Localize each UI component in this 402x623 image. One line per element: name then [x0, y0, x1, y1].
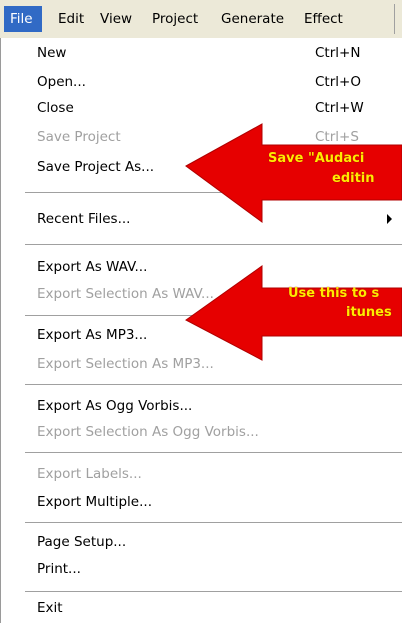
- menu-item-export-ogg[interactable]: Export As Ogg Vorbis...: [37, 395, 192, 417]
- menu-project[interactable]: Project: [146, 6, 204, 32]
- mp3-callout-text: itunes: [346, 305, 392, 320]
- menu-item-close[interactable]: Close: [37, 97, 74, 119]
- menu-separator: [25, 522, 402, 523]
- menu-separator: [25, 591, 402, 592]
- menu-item-print[interactable]: Print...: [37, 558, 81, 580]
- menu-item-exit[interactable]: Exit: [37, 597, 63, 619]
- menu-item-export-selection-wav[interactable]: Export Selection As WAV...: [37, 283, 214, 305]
- shortcut-save-project: Ctrl+S: [315, 129, 359, 145]
- menu-item-export-multiple[interactable]: Export Multiple...: [37, 491, 152, 513]
- menu-item-export-selection-mp3[interactable]: Export Selection As MP3...: [37, 353, 214, 375]
- menu-bar: File Edit View Project Generate Effect: [0, 0, 402, 39]
- menu-item-export-selection-ogg[interactable]: Export Selection As Ogg Vorbis...: [37, 421, 259, 443]
- menu-item-new[interactable]: New: [37, 42, 66, 64]
- menubar-divider: [394, 4, 395, 34]
- menu-item-save-project-as[interactable]: Save Project As...: [37, 156, 154, 178]
- mp3-callout-text: Use this to s: [288, 286, 380, 301]
- shortcut-open: Ctrl+O: [315, 74, 361, 90]
- menu-separator: [25, 384, 402, 385]
- shortcut-close: Ctrl+W: [315, 100, 364, 116]
- menu-separator: [25, 452, 402, 453]
- menu-item-export-wav[interactable]: Export As WAV...: [37, 256, 147, 278]
- menu-item-export-mp3[interactable]: Export As MP3...: [37, 324, 147, 346]
- menu-view[interactable]: View: [94, 6, 138, 32]
- menu-separator: [25, 192, 402, 193]
- menu-file[interactable]: File: [4, 6, 42, 32]
- submenu-arrow-icon: [387, 214, 392, 224]
- menu-item-open[interactable]: Open...: [37, 71, 86, 93]
- menu-item-export-labels[interactable]: Export Labels...: [37, 463, 142, 485]
- menu-effect[interactable]: Effect: [298, 6, 349, 32]
- save-callout-text: Save "Audaci: [268, 151, 365, 166]
- file-menu-dropdown: New Ctrl+N Open... Ctrl+O Close Ctrl+W S…: [0, 38, 402, 623]
- menu-item-save-project[interactable]: Save Project: [37, 126, 121, 148]
- menu-item-page-setup[interactable]: Page Setup...: [37, 531, 126, 553]
- shortcut-new: Ctrl+N: [315, 45, 361, 61]
- menu-separator: [25, 244, 402, 245]
- save-callout-text: editin: [332, 171, 375, 186]
- menu-edit[interactable]: Edit: [52, 6, 90, 32]
- menu-item-recent-files[interactable]: Recent Files...: [37, 208, 130, 230]
- menu-generate[interactable]: Generate: [215, 6, 290, 32]
